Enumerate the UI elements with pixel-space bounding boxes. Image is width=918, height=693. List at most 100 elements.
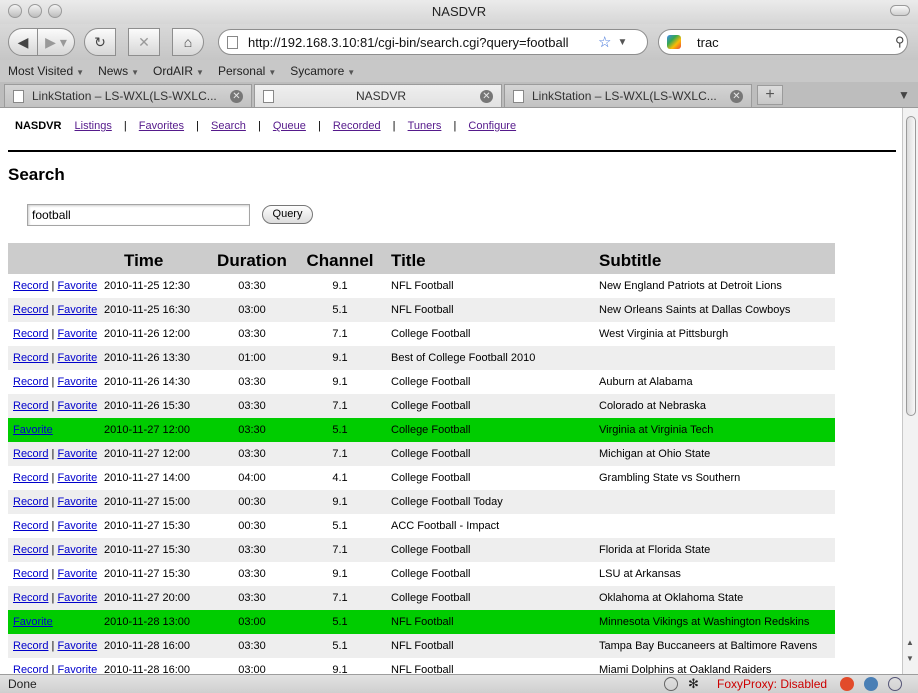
scroll-up-icon[interactable]: ▲ [906, 638, 914, 647]
bookmark-sycamore[interactable]: Sycamore ▼ [290, 64, 355, 78]
stop-button[interactable]: ✕ [128, 28, 160, 56]
page-icon [513, 89, 524, 103]
record-link[interactable]: Record [13, 400, 48, 412]
record-link[interactable]: Record [13, 640, 48, 652]
row-actions: Record | Favorite [8, 466, 104, 490]
row-title: Best of College Football 2010 [384, 346, 596, 370]
favorite-link[interactable]: Favorite [57, 592, 97, 604]
url-text[interactable]: http://192.168.3.10:81/cgi-bin/search.cg… [248, 35, 594, 50]
row-duration: 03:30 [208, 274, 296, 298]
home-button[interactable]: ⌂ [172, 28, 204, 56]
network-icon[interactable] [864, 677, 878, 691]
favorite-link[interactable]: Favorite [57, 448, 97, 460]
forward-button[interactable]: ▶ ▾ [37, 28, 75, 56]
record-link[interactable]: Record [13, 448, 48, 460]
favorite-link[interactable]: Favorite [13, 424, 53, 436]
foxyproxy-status[interactable]: FoxyProxy: Disabled [717, 677, 827, 691]
record-link[interactable]: Record [13, 376, 48, 388]
record-link[interactable]: Record [13, 520, 48, 532]
tab-linkstation-2[interactable]: LinkStation – LS-WXL(LS-WXLC... ✕ [504, 84, 752, 107]
bug-icon[interactable]: ✻ [688, 677, 702, 691]
new-tab-button[interactable]: + [757, 85, 783, 105]
nav-recorded[interactable]: Recorded [333, 120, 381, 132]
sync-icon[interactable] [664, 677, 678, 691]
record-link[interactable]: Record [13, 592, 48, 604]
reload-button[interactable]: ↻ [84, 28, 116, 56]
url-bar[interactable]: http://192.168.3.10:81/cgi-bin/search.cg… [218, 29, 648, 55]
zoom-window-button[interactable] [48, 4, 62, 18]
back-button[interactable]: ◀ [8, 28, 38, 56]
favorite-link[interactable]: Favorite [57, 496, 97, 508]
record-link[interactable]: Record [13, 472, 48, 484]
close-tab-icon[interactable]: ✕ [480, 89, 493, 103]
web-search-input[interactable]: trac [697, 35, 877, 50]
bookmark-ordair[interactable]: OrdAIR ▼ [153, 64, 204, 78]
favorite-link[interactable]: Favorite [57, 400, 97, 412]
favorite-link[interactable]: Favorite [13, 616, 53, 628]
close-window-button[interactable] [8, 4, 22, 18]
favorite-link[interactable]: Favorite [57, 568, 97, 580]
row-title: NFL Football [384, 298, 596, 322]
table-row: Record | Favorite 2010-11-27 15:30 03:30 7.… [8, 538, 835, 562]
tools-icon[interactable] [888, 677, 902, 691]
adblock-icon[interactable] [840, 677, 854, 691]
row-actions: Favorite [8, 418, 104, 442]
magnifier-icon[interactable]: ⚲ [895, 34, 905, 50]
nav-tuners[interactable]: Tuners [408, 120, 442, 132]
record-link[interactable]: Record [13, 496, 48, 508]
column-header-duration: Duration [208, 243, 296, 274]
scroll-down-icon[interactable]: ▼ [906, 654, 914, 663]
row-duration: 04:00 [208, 466, 296, 490]
bookmark-personal[interactable]: Personal ▼ [218, 64, 276, 78]
close-tab-icon[interactable]: ✕ [230, 89, 243, 103]
column-header-time: Time [104, 243, 208, 274]
record-link[interactable]: Record [13, 664, 48, 674]
scrollbar-thumb[interactable] [906, 116, 916, 416]
favorite-link[interactable]: Favorite [57, 328, 97, 340]
favorite-link[interactable]: Favorite [57, 544, 97, 556]
plus-icon: + [765, 86, 775, 103]
table-row: Record | Favorite 2010-11-26 12:00 03:30 7.… [8, 322, 835, 346]
query-button[interactable]: Query [262, 205, 313, 224]
row-actions: Record | Favorite [8, 490, 104, 514]
back-arrow-icon: ◀ [17, 33, 29, 50]
favorite-link[interactable]: Favorite [57, 304, 97, 316]
bookmark-news[interactable]: News ▼ [98, 64, 139, 78]
record-link[interactable]: Record [13, 328, 48, 340]
tab-nasdvr[interactable]: NASDVR ✕ [254, 84, 502, 107]
favorite-link[interactable]: Favorite [57, 520, 97, 532]
nav-queue[interactable]: Queue [273, 120, 306, 132]
record-link[interactable]: Record [13, 544, 48, 556]
nav-search[interactable]: Search [211, 120, 246, 132]
nav-listings[interactable]: Listings [75, 120, 112, 132]
url-dropdown-icon[interactable]: ▼ [617, 37, 627, 48]
web-search-bar[interactable]: trac ⚲ [658, 29, 908, 55]
table-row: Record | Favorite 2010-11-28 16:00 03:00 9.… [8, 658, 835, 674]
record-link[interactable]: Record [13, 280, 48, 292]
favorite-link[interactable]: Favorite [57, 472, 97, 484]
search-engine-icon[interactable] [667, 35, 681, 49]
row-actions: Record | Favorite [8, 298, 104, 322]
row-subtitle: Miami Dolphins at Oakland Raiders [596, 658, 835, 674]
query-input[interactable] [27, 204, 250, 226]
favorite-link[interactable]: Favorite [57, 640, 97, 652]
record-link[interactable]: Record [13, 304, 48, 316]
toolbar-toggle-button[interactable] [890, 5, 910, 16]
row-duration: 03:00 [208, 610, 296, 634]
record-link[interactable]: Record [13, 568, 48, 580]
tab-linkstation-1[interactable]: LinkStation – LS-WXL(LS-WXLC... ✕ [4, 84, 252, 107]
bookmark-most-visited[interactable]: Most Visited ▼ [8, 64, 84, 78]
favorite-link[interactable]: Favorite [57, 280, 97, 292]
record-link[interactable]: Record [13, 352, 48, 364]
nav-configure[interactable]: Configure [468, 120, 516, 132]
list-all-tabs-button[interactable]: ▼ [893, 85, 915, 105]
minimize-window-button[interactable] [28, 4, 42, 18]
row-duration: 03:30 [208, 322, 296, 346]
favorite-link[interactable]: Favorite [57, 352, 97, 364]
favorite-link[interactable]: Favorite [57, 376, 97, 388]
vertical-scrollbar[interactable]: ▲ ▼ [902, 108, 918, 674]
nav-favorites[interactable]: Favorites [139, 120, 184, 132]
favorite-link[interactable]: Favorite [57, 664, 97, 674]
close-tab-icon[interactable]: ✕ [730, 89, 743, 103]
bookmark-star-icon[interactable]: ☆ [598, 33, 611, 51]
